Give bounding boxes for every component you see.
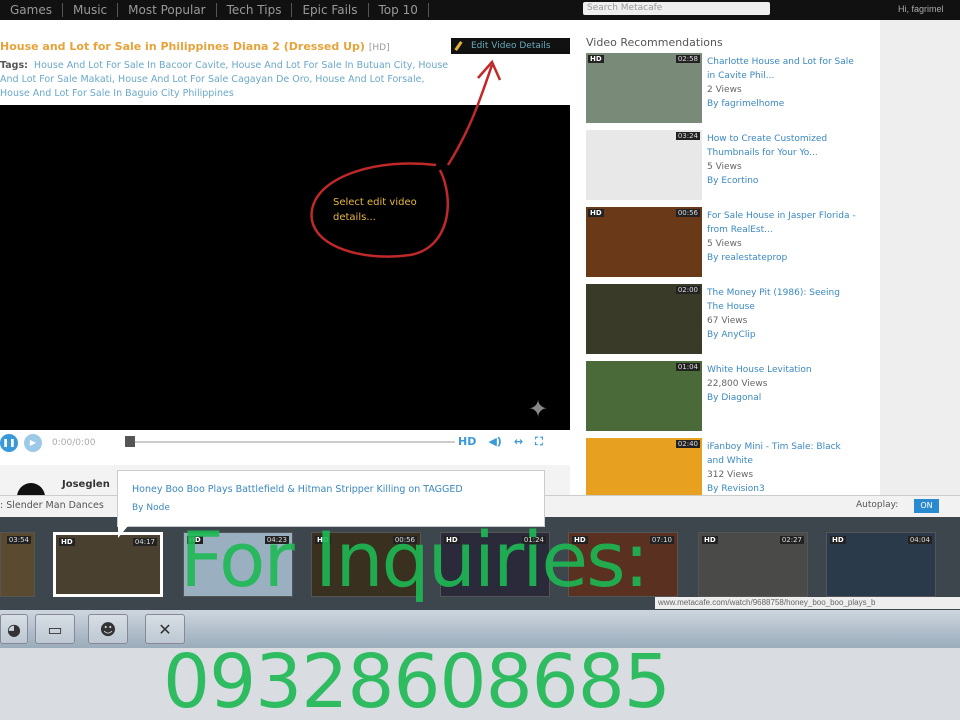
duration-badge: 00:56 <box>675 209 700 217</box>
hd-badge: HD <box>59 538 75 546</box>
duration-badge: 04:17 <box>132 538 157 546</box>
recommendation-views: 2 Views <box>707 85 742 95</box>
annotation-text: Select edit video details... <box>333 197 417 223</box>
recommendation-thumbnail[interactable]: 03:24 <box>586 130 702 200</box>
phone-overlay: 09328608685 <box>163 639 671 725</box>
fullscreen-icon[interactable]: ⛶ <box>535 435 543 449</box>
strip-thumbnail[interactable]: HD 02:27 <box>698 532 808 597</box>
recommendation-author[interactable]: By Diagonal <box>707 393 761 403</box>
seek-handle[interactable] <box>125 436 135 447</box>
recommendation-author[interactable]: By Revision3 <box>707 484 765 494</box>
edit-video-details-button[interactable]: Edit Video Details <box>451 38 570 54</box>
recommendation-title[interactable]: For Sale House in Jasper Florida - from … <box>707 209 857 237</box>
hd-badge: HD <box>830 536 846 544</box>
title-text: House and Lot for Sale in Philippines Di… <box>0 40 365 53</box>
strip-thumbnail[interactable]: HD 04:04 <box>826 532 936 597</box>
recommendation-thumbnail[interactable]: 01:04 <box>586 361 702 431</box>
hd-toggle[interactable]: HD <box>458 435 476 449</box>
recommendation-views: 5 Views <box>707 162 742 172</box>
recommendation-item[interactable]: HD 02:58 Charlotte House and Lot for Sale… <box>586 53 876 130</box>
recommendation-author[interactable]: By fagrimelhome <box>707 99 784 109</box>
recommendation-thumbnail[interactable]: 02:00 <box>586 284 702 354</box>
tags-links[interactable]: House And Lot For Sale In Bacoor Cavite,… <box>0 60 448 99</box>
duration-badge: 07:10 <box>649 536 674 544</box>
tooltip-author[interactable]: By Node <box>132 503 530 513</box>
recommendation-title[interactable]: The Money Pit (1986): Seeing The House <box>707 286 857 314</box>
hd-badge: HD <box>588 209 604 217</box>
nav-music[interactable]: Music <box>63 3 119 17</box>
resize-icon[interactable]: ↔ <box>514 435 523 449</box>
now-playing-title: : Slender Man Dances <box>0 500 104 511</box>
duration-badge: 03:54 <box>6 536 31 544</box>
autoplay-label: Autoplay: <box>856 500 899 510</box>
edit-label: Edit Video Details <box>471 41 551 51</box>
duration-badge: 03:24 <box>675 132 700 140</box>
nav-games[interactable]: Games <box>0 3 63 17</box>
recommendation-views: 312 Views <box>707 470 754 480</box>
autoplay-toggle[interactable]: ON <box>914 499 939 513</box>
top-nav: Games Music Most Popular Tech Tips Epic … <box>0 0 960 20</box>
quality-label: [HD] <box>368 43 390 53</box>
strip-thumbnail[interactable]: 03:54 <box>0 532 35 597</box>
nav-top-10[interactable]: Top 10 <box>369 3 429 17</box>
recommendation-views: 67 Views <box>707 316 748 326</box>
video-recommendations: Video Recommendations HD 02:58 Charlotte … <box>586 36 876 515</box>
duration-badge: 02:40 <box>675 440 700 448</box>
recommendation-author[interactable]: By AnyClip <box>707 330 756 340</box>
video-title: House and Lot for Sale in Philippines Di… <box>0 40 390 53</box>
nav-most-popular[interactable]: Most Popular <box>118 3 217 17</box>
duration-badge: 01:04 <box>675 363 700 371</box>
duration-badge: 02:00 <box>675 286 700 294</box>
tooltip-title[interactable]: Honey Boo Boo Plays Battlefield & Hitman… <box>132 484 530 495</box>
video-player[interactable]: Select edit video details... ✦ <box>0 105 570 430</box>
recommendation-author[interactable]: By realestateprop <box>707 253 787 263</box>
recommendation-item[interactable]: HD 00:56 For Sale House in Jasper Florida… <box>586 207 876 284</box>
recommendation-title[interactable]: iFanboy Mini - Tim Sale: Black and White <box>707 440 857 468</box>
next-button[interactable]: ▶ <box>24 433 42 452</box>
inquiries-overlay: For Inquiries: <box>180 515 649 604</box>
strip-thumbnail[interactable]: HD 04:17 <box>53 532 163 597</box>
seek-bar[interactable] <box>125 441 455 443</box>
window-icon[interactable]: ▭ <box>35 614 75 644</box>
pause-button[interactable]: ❚❚ <box>0 433 18 452</box>
recommendation-thumbnail[interactable]: HD 00:56 <box>586 207 702 277</box>
recommendation-views: 22,800 Views <box>707 379 768 389</box>
comment-user[interactable]: Joseglen <box>62 479 110 490</box>
right-panel <box>880 20 960 495</box>
volume-icon[interactable]: ◀) <box>488 435 502 449</box>
recommendation-item[interactable]: 03:24 How to Create Customized Thumbnail… <box>586 130 876 207</box>
tags-label: Tags: <box>0 60 28 71</box>
player-controls: ❚❚ ▶ 0:00/0:00 HD ◀) ↔ ⛶ <box>0 430 570 455</box>
search-input[interactable]: Search Metacafe <box>583 2 770 15</box>
chrome-icon[interactable]: ◕ <box>0 614 28 644</box>
metacafe-watermark-icon: ✦ <box>528 395 549 423</box>
hd-badge: HD <box>588 55 604 63</box>
duration-badge: 02:58 <box>675 55 700 63</box>
recommendation-title[interactable]: White House Levitation <box>707 363 857 377</box>
user-menu[interactable]: Hi, fagrimel <box>898 4 944 14</box>
video-tags: Tags: House And Lot For Sale In Bacoor Ca… <box>0 59 450 101</box>
recommendation-title[interactable]: How to Create Customized Thumbnails for … <box>707 132 857 160</box>
recommendation-title[interactable]: Charlotte House and Lot for Sale in Cavi… <box>707 55 857 83</box>
recommendation-thumbnail[interactable]: HD 02:58 <box>586 53 702 123</box>
pencil-icon <box>454 41 463 51</box>
nav-epic-fails[interactable]: Epic Fails <box>292 3 369 17</box>
messenger-icon[interactable]: ☻ <box>88 614 128 644</box>
recommendation-item[interactable]: 01:04 White House Levitation 22,800 View… <box>586 361 876 438</box>
duration-badge: 02:27 <box>779 536 804 544</box>
time-display: 0:00/0:00 <box>52 437 96 448</box>
duration-badge: 04:04 <box>907 536 932 544</box>
recommendation-views: 5 Views <box>707 239 742 249</box>
nav-tech-tips[interactable]: Tech Tips <box>217 3 293 17</box>
recommendation-author[interactable]: By Ecortino <box>707 176 758 186</box>
status-url: www.metacafe.com/watch/9688758/honey_boo… <box>655 597 960 609</box>
recommendation-item[interactable]: 02:00 The Money Pit (1986): Seeing The H… <box>586 284 876 361</box>
recommendations-heading: Video Recommendations <box>586 36 723 49</box>
hd-badge: HD <box>702 536 718 544</box>
